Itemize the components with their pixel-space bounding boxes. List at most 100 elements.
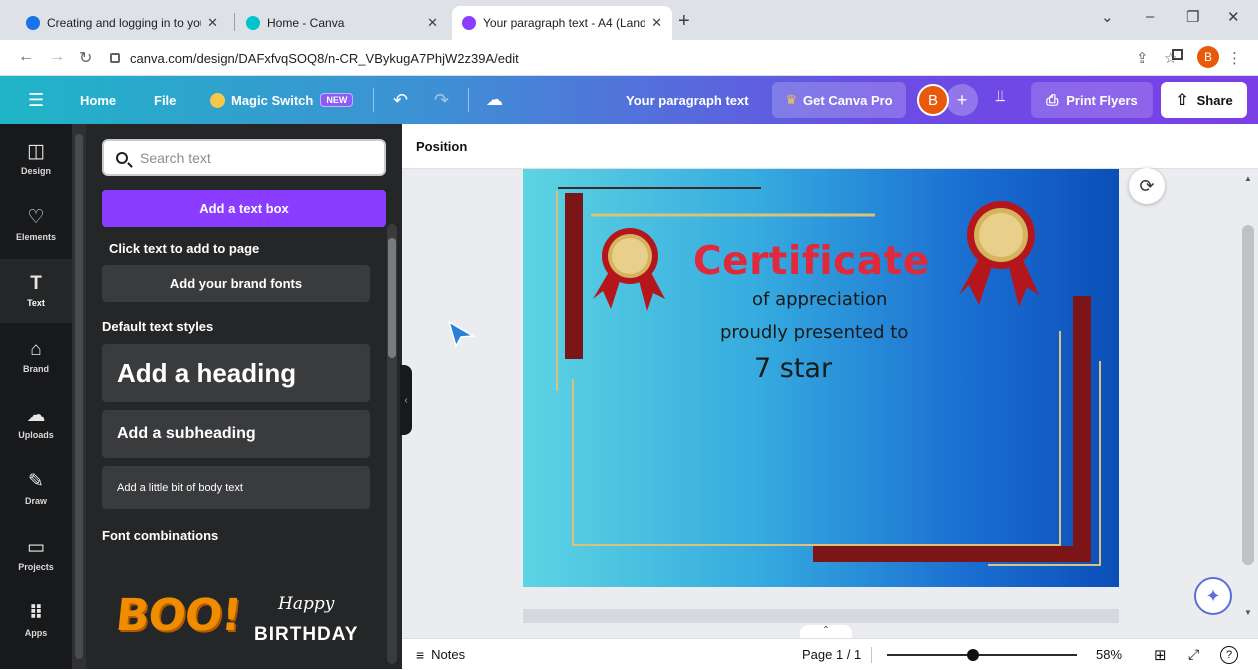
rail-label: Projects <box>18 562 54 572</box>
close-tab-icon[interactable]: ✕ <box>427 15 438 31</box>
rail-item-projects[interactable]: ▭ Projects <box>0 523 72 587</box>
magic-switch-label: Magic Switch <box>231 92 314 108</box>
font-combo-boo[interactable]: BOO! <box>113 590 243 641</box>
notes-icon: ≡ <box>416 646 425 663</box>
back-icon[interactable]: ← <box>18 48 34 66</box>
add-body-text-button[interactable]: Add a little bit of body text <box>102 466 370 509</box>
restore-icon[interactable]: ❐ <box>1186 8 1199 26</box>
print-flyers-button[interactable]: ⎙ Print Flyers <box>1031 82 1153 118</box>
add-collaborator-button[interactable]: + <box>946 84 978 116</box>
font-combo-birthday[interactable]: BIRTHDAY <box>254 624 358 646</box>
regenerate-icon[interactable]: ⟳ <box>1129 168 1165 204</box>
analytics-icon[interactable]: ⫫ <box>996 88 1005 106</box>
browser-tab-3-active[interactable]: Your paragraph text - A4 (Landsc ✕ <box>452 6 672 40</box>
rail-label: Draw <box>24 496 47 506</box>
zoom-slider-track[interactable] <box>887 654 1077 656</box>
rail-scrollbar[interactable] <box>72 124 86 669</box>
certificate-recipient-name[interactable]: 7 star <box>754 353 832 384</box>
add-brand-fonts-button[interactable]: Add your brand fonts <box>102 265 370 302</box>
scroll-down-icon[interactable]: ▼ <box>1244 608 1252 617</box>
user-avatar[interactable]: B <box>917 84 949 116</box>
rail-item-uploads[interactable]: ☁ Uploads <box>0 391 72 455</box>
editor-scroll-thumb[interactable] <box>1242 225 1254 565</box>
add-heading-button[interactable]: Add a heading <box>102 344 370 402</box>
font-combo-happy[interactable]: Happy <box>278 594 334 614</box>
lock-icon <box>110 53 120 63</box>
rail-item-elements[interactable]: ♡ Elements <box>0 193 72 257</box>
mouse-cursor-icon <box>447 320 475 348</box>
grid-view-icon[interactable]: ⊞ <box>1154 639 1167 670</box>
browser-tab-2[interactable]: Home - Canva ✕ <box>236 6 448 40</box>
share-icon: ⇧ <box>1175 92 1189 109</box>
panel-scroll-thumb[interactable] <box>388 238 396 358</box>
tab-search-icon[interactable]: ⌄ <box>1101 8 1114 26</box>
get-canva-pro-button[interactable]: ♛ Get Canva Pro <box>772 82 906 118</box>
search-text-field[interactable] <box>102 139 386 176</box>
fullscreen-icon[interactable]: ⤢ <box>1188 639 1199 670</box>
rail-label: Brand <box>22 364 49 374</box>
rail-item-apps[interactable]: ⠿ Apps <box>0 589 72 653</box>
magic-assistant-icon[interactable]: ✦ <box>1194 577 1232 615</box>
close-window-icon[interactable]: ✕ <box>1227 8 1240 26</box>
file-menu[interactable]: File <box>154 76 176 124</box>
certificate-page[interactable]: Certificate of appreciation proudly pres… <box>523 169 1119 587</box>
certificate-title[interactable]: Certificate <box>693 239 930 284</box>
rail-label: Text <box>27 298 45 308</box>
certificate-presented-line[interactable]: proudly presented to <box>720 322 908 343</box>
undo-icon[interactable]: ↶ <box>393 76 408 124</box>
editor-scrollbar[interactable]: ▲ ▼ <box>1240 170 1258 625</box>
redo-icon[interactable]: ↷ <box>434 76 449 124</box>
rail-label: Apps <box>24 628 48 638</box>
magic-switch-button[interactable]: Magic Switch NEW <box>210 76 354 124</box>
browser-menu-icon[interactable]: ⋮ <box>1227 49 1242 67</box>
page-indicator[interactable]: Page 1 / 1 <box>802 639 861 670</box>
editor-footer: ≡ Notes Page 1 / 1 58% ⊞ ⤢ ? <box>402 638 1258 669</box>
magic-switch-icon <box>210 92 225 108</box>
add-text-box-button[interactable]: Add a text box <box>102 190 386 227</box>
panel-scrollbar[interactable] <box>387 224 397 664</box>
editor-toolbar <box>402 124 1258 169</box>
search-input[interactable] <box>138 148 358 167</box>
certificate-subtitle[interactable]: of appreciation <box>752 289 887 310</box>
rail-item-brand[interactable]: ⌂ Brand <box>0 325 72 389</box>
menu-icon[interactable]: ☰ <box>28 76 44 124</box>
cloud-saved-icon[interactable]: ☁ <box>486 76 503 124</box>
help-icon[interactable]: ? <box>1220 639 1238 670</box>
close-tab-icon[interactable]: ✕ <box>651 15 662 31</box>
crown-icon: ♛ <box>785 92 798 107</box>
scroll-up-icon[interactable]: ▲ <box>1244 174 1252 183</box>
collapse-panel-handle[interactable]: ‹ <box>400 365 412 435</box>
footer-divider <box>871 647 872 663</box>
home-menu[interactable]: Home <box>80 76 116 124</box>
zoom-slider-handle[interactable] <box>967 649 979 661</box>
rail-item-draw[interactable]: ✎ Draw <box>0 457 72 521</box>
search-icon <box>116 151 128 164</box>
zoom-percentage[interactable]: 58% <box>1096 639 1122 670</box>
reload-icon[interactable]: ↻ <box>79 48 92 68</box>
uploads-icon: ☁ <box>26 405 46 426</box>
side-panel-icon[interactable] <box>1172 49 1183 60</box>
share-page-icon[interactable]: ⇪ <box>1136 49 1149 67</box>
rail-item-text[interactable]: T Text <box>0 259 72 323</box>
click-text-hint: Click text to add to page <box>109 241 260 256</box>
projects-icon: ▭ <box>27 537 45 558</box>
add-subheading-button[interactable]: Add a subheading <box>102 410 370 458</box>
forward-icon[interactable]: → <box>49 48 65 66</box>
browser-tab-1[interactable]: Creating and logging in to your C ✕ <box>16 6 228 40</box>
left-sidebar-rail: ◫ Design ♡ Elements T Text ⌂ Brand ☁ Upl… <box>0 124 72 669</box>
font-combinations-heading: Font combinations <box>102 528 219 543</box>
position-button[interactable]: Position <box>416 139 467 154</box>
new-tab-icon[interactable]: + <box>678 10 690 33</box>
rail-scroll-thumb[interactable] <box>75 134 83 659</box>
share-button[interactable]: ⇧ Share <box>1161 82 1247 118</box>
rail-item-design[interactable]: ◫ Design <box>0 127 72 191</box>
url-field[interactable]: canva.com/design/DAFxfvqSOQ8/n-CR_VBykug… <box>110 45 1072 71</box>
tab-divider <box>234 13 235 31</box>
notes-button[interactable]: ≡ Notes <box>416 639 465 670</box>
show-pages-icon[interactable]: ⌃ <box>800 625 852 639</box>
document-title[interactable]: Your paragraph text <box>626 76 749 124</box>
rail-label: Elements <box>15 232 57 242</box>
minimize-icon[interactable]: – <box>1146 8 1154 25</box>
close-tab-icon[interactable]: ✕ <box>207 15 218 31</box>
browser-profile-avatar[interactable]: B <box>1197 46 1219 68</box>
